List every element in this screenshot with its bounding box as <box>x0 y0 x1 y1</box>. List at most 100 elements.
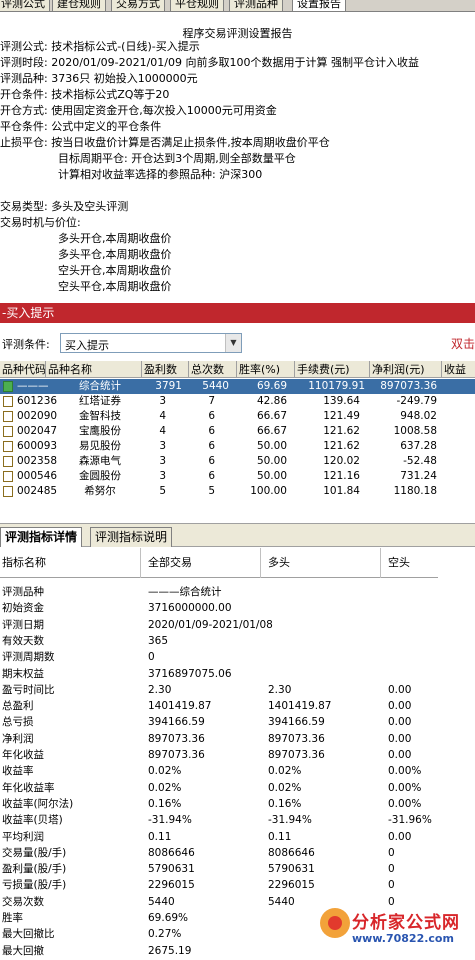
tab-open-rules[interactable]: 建仓规则 <box>52 0 106 11</box>
tab-metric-description[interactable]: 评测指标说明 <box>90 527 173 547</box>
watermark-title: 分析家公式网 <box>352 913 460 933</box>
cell-code: 002485 <box>17 485 58 497</box>
site-watermark: 分析家公式网 www.70822.com <box>318 906 475 960</box>
tab-eval-formula[interactable]: 评测公式 <box>0 0 50 11</box>
table-row[interactable]: 600093 易见股份 3 6 50.00 121.62 637.28 <box>0 439 475 454</box>
detail-all-value: -31.94% <box>148 814 192 827</box>
detail-long-value: 0.16% <box>268 797 302 810</box>
cell-net-profit: 948.02 <box>400 410 437 422</box>
detail-col-long: 多头 <box>268 556 290 569</box>
cell-winrate: 66.67 <box>256 425 287 437</box>
table-row[interactable]: 002358 森源电气 3 6 50.00 120.02 -52.48 <box>0 454 475 469</box>
cell-name: 易见股份 <box>79 440 121 452</box>
detail-all-value: 0.27% <box>148 928 182 941</box>
table-row[interactable]: 000546 金圆股份 3 6 50.00 121.16 731.24 <box>0 469 475 484</box>
tab-trade-mode[interactable]: 交易方式 <box>111 0 165 11</box>
detail-row: 评测品种 ———综合统计 <box>0 585 475 600</box>
cell-name: 金圆股份 <box>79 470 121 482</box>
cell-net-profit: 1008.58 <box>393 425 437 437</box>
detail-short-value: 0.00 <box>388 700 412 713</box>
cell-wins: 4 <box>159 425 166 437</box>
report-line: 空头平仓,本周期收盘价 <box>58 280 172 293</box>
table-row[interactable]: 601236 红塔证券 3 7 42.86 139.64 -249.79 <box>0 394 475 409</box>
table-row[interactable]: ——— 综合统计 3791 5440 69.69 110179.91 89707… <box>0 379 475 394</box>
col-return[interactable]: 收益 <box>442 361 475 378</box>
detail-short-value: -31.96% <box>388 814 432 827</box>
detail-row: 盈利量(股/手) 5790631 5790631 0 <box>0 862 475 877</box>
row-icon <box>3 486 13 497</box>
detail-all-value: 897073.36 <box>148 732 205 745</box>
detail-long-value: 5790631 <box>268 863 315 876</box>
cell-winrate: 50.00 <box>256 470 287 482</box>
column-divider <box>380 548 381 578</box>
detail-metric-name: 最大回撤比 <box>2 928 55 941</box>
cell-code: 002358 <box>17 455 58 467</box>
col-name[interactable]: 品种名称 <box>46 361 142 378</box>
tab-close-rules[interactable]: 平仓规则 <box>170 0 224 11</box>
chevron-down-icon[interactable]: ▼ <box>225 334 241 352</box>
report-line: 评测公式: 技术指标公式-(日线)-买入提示 <box>0 40 200 53</box>
detail-all-value: 5790631 <box>148 863 195 876</box>
detail-row: 年化收益 897073.36 897073.36 0.00 <box>0 748 475 763</box>
col-winrate[interactable]: 胜率(%) <box>237 361 295 378</box>
detail-metric-name: 收益率 <box>2 765 34 778</box>
detail-row: 亏损量(股/手) 2296015 2296015 0 <box>0 878 475 893</box>
detail-all-value: 897073.36 <box>148 749 205 761</box>
detail-long-value: 1401419.87 <box>268 700 332 713</box>
detail-all-value: 2.30 <box>148 683 172 696</box>
detail-metric-name: 评测周期数 <box>2 651 55 664</box>
detail-long-value: 2.30 <box>268 683 292 696</box>
report-title: 程序交易评测设置报告 <box>182 27 293 40</box>
detail-all-value: 0.02% <box>148 781 182 794</box>
cell-name: 红塔证券 <box>79 395 121 407</box>
cell-winrate: 50.00 <box>256 440 287 452</box>
cell-net-profit: -52.48 <box>403 455 437 467</box>
col-net-profit[interactable]: 净利润(元) <box>370 361 442 378</box>
cell-wins: 4 <box>159 410 166 422</box>
detail-row: 年化收益率 0.02% 0.02% 0.00% <box>0 781 475 796</box>
cell-winrate: 50.00 <box>256 455 287 467</box>
detail-long-value: 8086646 <box>268 846 315 859</box>
detail-row: 总亏损 394166.59 394166.59 0.00 <box>0 715 475 730</box>
detail-metric-name: 总亏损 <box>2 716 34 729</box>
tab-metric-details[interactable]: 评测指标详情 <box>0 527 83 547</box>
report-line: 止损平仓: 按当日收盘价计算是否满足止损条件,按本周期收盘价平仓 <box>0 136 330 149</box>
detail-row: 收益率 0.02% 0.02% 0.00% <box>0 764 475 779</box>
condition-select[interactable]: 买入提示 ▼ <box>60 333 242 353</box>
table-row[interactable]: 002485 希努尔 5 5 100.00 101.84 1180.18 <box>0 484 475 499</box>
condition-value: 买入提示 <box>65 339 109 352</box>
cell-winrate: 69.69 <box>256 380 287 392</box>
detail-metric-name: 盈利量(股/手) <box>2 863 67 876</box>
detail-metric-name: 总盈利 <box>2 700 34 713</box>
report-line: 多头平仓,本周期收盘价 <box>58 248 172 261</box>
cell-code: 002047 <box>17 425 58 437</box>
detail-header: 指标名称 全部交易 多头 空头 <box>0 548 438 578</box>
report-line: 计算相对收益率选择的参照品种: 沪深300 <box>58 168 263 181</box>
cell-winrate: 100.00 <box>250 485 287 497</box>
col-wins[interactable]: 盈利数 <box>142 361 189 378</box>
cell-code: 000546 <box>17 470 58 482</box>
cell-total: 5440 <box>202 380 229 392</box>
detail-short-value: 0.00% <box>388 797 422 810</box>
col-total[interactable]: 总次数 <box>189 361 237 378</box>
detail-row: 评测周期数 0 <box>0 650 475 665</box>
detail-all-value: 2675.19 <box>148 944 192 957</box>
cell-fee: 101.84 <box>323 485 360 497</box>
detail-all-value: 1401419.87 <box>148 700 212 713</box>
table-row[interactable]: 002090 金智科技 4 6 66.67 121.49 948.02 <box>0 409 475 424</box>
tab-settings-report[interactable]: 设置报告 <box>292 0 346 11</box>
cell-total: 6 <box>208 425 215 437</box>
col-code[interactable]: 品种代码 <box>0 361 46 378</box>
cell-net-profit: 731.24 <box>400 470 437 482</box>
detail-metric-name: 交易次数 <box>2 895 44 908</box>
cell-wins: 3791 <box>155 380 182 392</box>
double-click-hint: 双击 <box>450 337 475 351</box>
detail-short-value: 0.00 <box>388 716 412 729</box>
tab-eval-symbols[interactable]: 评测品种 <box>229 0 283 11</box>
table-row[interactable]: 002047 宝鹰股份 4 6 66.67 121.62 1008.58 <box>0 424 475 439</box>
detail-metric-name: 有效天数 <box>2 634 44 647</box>
detail-long-value: 897073.36 <box>268 749 325 761</box>
row-icon <box>3 411 13 422</box>
col-fee[interactable]: 手续费(元) <box>295 361 370 378</box>
detail-metric-name: 收益率(贝塔) <box>2 814 63 827</box>
